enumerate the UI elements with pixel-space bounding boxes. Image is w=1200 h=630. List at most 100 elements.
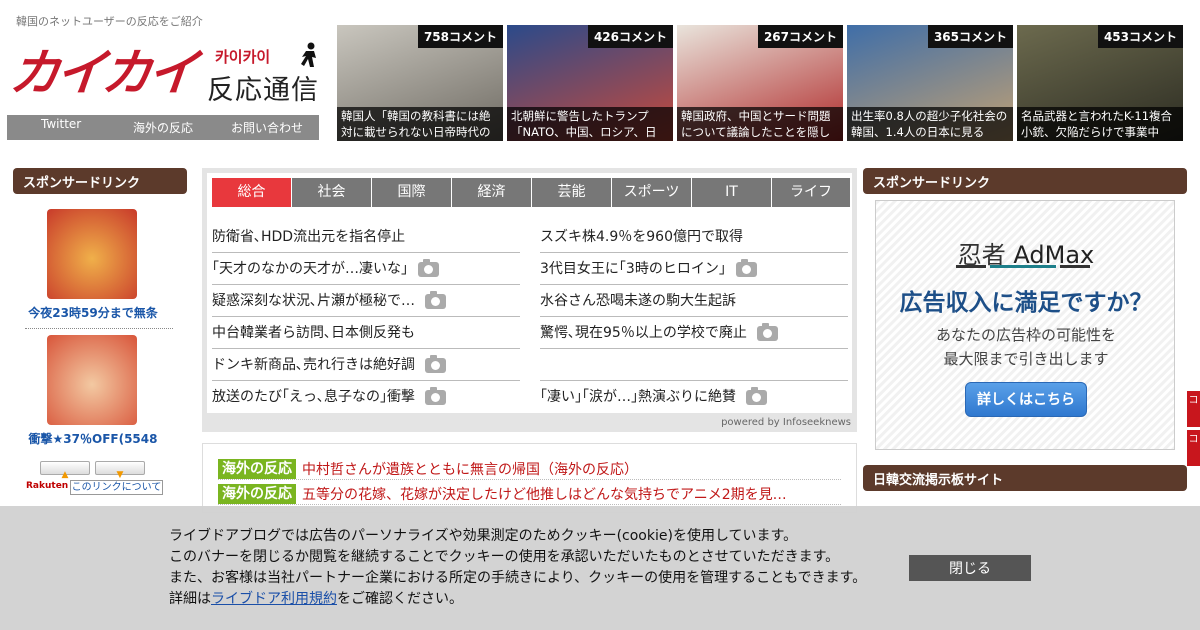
news-item[interactable]: ｢天才のなかの天才が…凄いな｣ bbox=[212, 253, 520, 285]
tab-economy[interactable]: 経済 bbox=[452, 178, 532, 207]
featured-caption: 名品武器と言われたK-11複合小銃、欠陥だらけで事業中 bbox=[1017, 107, 1183, 141]
news-tabs: 総合 社会 国際 経済 芸能 スポーツ IT ライフ bbox=[212, 178, 850, 207]
logo-kana-text: 카이카이 bbox=[215, 48, 271, 66]
featured-article[interactable]: 365コメント 出生率0.8人の超少子化社会の韓国、1.4人の日本に見る bbox=[847, 25, 1013, 141]
about-link-button[interactable]: このリンクについて bbox=[70, 480, 163, 495]
powered-by: powered by Infoseeknews bbox=[721, 417, 851, 428]
ad-details-button[interactable]: 詳しくはこちら bbox=[965, 382, 1087, 417]
feed-item[interactable]: 海外の反応 中村哲さんが遺族とともに無言の帰国（海外の反応） bbox=[218, 458, 841, 480]
cookie-close-button[interactable]: 閉じる bbox=[909, 555, 1031, 581]
tab-society[interactable]: 社会 bbox=[292, 178, 372, 207]
camera-icon bbox=[425, 354, 446, 373]
news-panel: 総合 社会 国際 経済 芸能 スポーツ IT ライフ 防衛省､HDD流出元を指名… bbox=[207, 173, 852, 413]
up-arrow-icon: ▲ bbox=[61, 470, 69, 480]
ad-headline: 広告収入に満足ですか？ bbox=[899, 290, 1153, 316]
comment-count-badge: 426コメント bbox=[587, 25, 673, 48]
ad-brand-underline bbox=[956, 265, 1090, 268]
right-sponsored-heading: スポンサードリンク bbox=[863, 168, 1187, 194]
scroll-up-button[interactable]: ▲ bbox=[40, 461, 90, 480]
cookie-banner: ライブドアブログでは広告のパーソナライズや効果測定のためクッキー(cookie)… bbox=[0, 506, 1200, 630]
news-title[interactable]: 疑惑深刻な状況､片瀬が極秘で… bbox=[212, 293, 415, 309]
featured-article[interactable]: 267コメント 韓国政府、中国とサード問題について議論したことを隠し bbox=[677, 25, 843, 141]
featured-caption: 韓国政府、中国とサード問題について議論したことを隠し bbox=[677, 107, 843, 141]
news-list-right: スズキ株4.9％を960億円で取得 3代目女王に｢3時のヒロイン｣ 水谷さん恐喝未遂… bbox=[540, 221, 848, 413]
cookie-line: また、お客様は当社パートナー企業における所定の手続きにより、クッキーの使用を管理… bbox=[169, 570, 867, 586]
nav-twitter-link[interactable]: Twitter bbox=[41, 117, 81, 131]
news-item[interactable]: 防衛省､HDD流出元を指名停止 bbox=[212, 221, 520, 253]
camera-icon bbox=[735, 258, 757, 277]
news-title[interactable]: ｢天才のなかの天才が…凄いな｣ bbox=[212, 261, 408, 277]
feed-tag: 海外の反応 bbox=[218, 483, 296, 504]
featured-article[interactable]: 453コメント 名品武器と言われたK-11複合小銃、欠陥だらけで事業中 bbox=[1017, 25, 1183, 141]
camera-icon bbox=[756, 322, 778, 341]
news-item[interactable]: 中台韓業者ら訪問､日本側反発も bbox=[212, 317, 520, 349]
featured-thumbnails: 758コメント 韓国人「韓国の教科書には絶対に載せられない日帝時代の 426コメ… bbox=[337, 25, 1183, 141]
korea-japan-board-heading: 日韓交流掲示板サイト bbox=[863, 465, 1187, 491]
tab-international[interactable]: 国際 bbox=[372, 178, 452, 207]
news-widget: 総合 社会 国際 経済 芸能 スポーツ IT ライフ 防衛省､HDD流出元を指名… bbox=[202, 168, 857, 432]
left-sponsored-heading: スポンサードリンク bbox=[13, 168, 187, 194]
nav-overseas-link[interactable]: 海外の反応 bbox=[133, 119, 193, 136]
camera-icon bbox=[746, 386, 767, 405]
featured-caption: 出生率0.8人の超少子化社会の韓国、1.4人の日本に見る bbox=[847, 107, 1013, 141]
camera-icon bbox=[418, 258, 439, 277]
news-title[interactable]: 防衛省､HDD流出元を指名停止 bbox=[212, 229, 405, 245]
news-title[interactable]: 中台韓業者ら訪問､日本側反発も bbox=[212, 325, 415, 341]
news-list-left: 防衛省､HDD流出元を指名停止 ｢天才のなかの天才が…凄いな｣ 疑惑深刻な状況､片瀬… bbox=[212, 221, 520, 413]
ad-banner[interactable]: 忍者 AdMax 広告収入に満足ですか？ あなたの広告枠の可能性を 最大限まで引… bbox=[875, 200, 1175, 450]
featured-caption: 韓国人「韓国の教科書には絶対に載せられない日帝時代の bbox=[337, 107, 503, 141]
tab-sports[interactable]: スポーツ bbox=[612, 178, 692, 207]
product-image[interactable] bbox=[47, 209, 137, 299]
site-logo[interactable]: カイカイ 카이카이 反応通信 bbox=[7, 42, 320, 106]
news-title[interactable]: ｢凄い｣｢涙が…｣熱演ぶりに絶賛 bbox=[540, 389, 736, 405]
product-image[interactable] bbox=[47, 335, 137, 425]
news-item[interactable]: 疑惑深刻な状況､片瀬が極秘で… bbox=[212, 285, 520, 317]
ad-copy-line: 最大限まで引き出します bbox=[943, 350, 1109, 368]
cookie-detail-prefix: 詳細は bbox=[169, 591, 211, 607]
news-title[interactable]: 驚愕､現在95％以上の学校で廃止 bbox=[540, 325, 747, 341]
cookie-message: ライブドアブログでは広告のパーソナライズや効果測定のためクッキー(cookie)… bbox=[169, 526, 866, 610]
news-item[interactable]: 水谷さん恐喝未遂の駒大生起訴 bbox=[540, 285, 848, 317]
site-tagline: 韓国のネットユーザーの反応をご紹介 bbox=[16, 15, 203, 28]
logo-runner-icon bbox=[301, 42, 316, 67]
edge-side-tab[interactable]: コ bbox=[1187, 391, 1200, 427]
comment-count-badge: 453コメント bbox=[1097, 25, 1183, 48]
comment-count-badge: 267コメント bbox=[757, 25, 843, 48]
edge-side-tab[interactable]: コ bbox=[1187, 430, 1200, 466]
rakuten-logo: Rakuten bbox=[26, 481, 69, 491]
news-title[interactable]: 水谷さん恐喝未遂の駒大生起訴 bbox=[540, 293, 736, 309]
cookie-line: ライブドアブログでは広告のパーソナライズや効果測定のためクッキー(cookie)… bbox=[169, 528, 798, 544]
header-nav: Twitter 海外の反応 お問い合わせ bbox=[7, 115, 319, 140]
tab-entertainment[interactable]: 芸能 bbox=[532, 178, 612, 207]
news-title[interactable]: ドンキ新商品､売れ行きは絶好調 bbox=[212, 357, 415, 373]
news-title[interactable]: 放送のたび｢えっ､息子なの｣衝撃 bbox=[212, 389, 415, 405]
news-title[interactable]: 3代目女王に｢3時のヒロイン｣ bbox=[540, 261, 726, 277]
logo-sub-text: 反応通信 bbox=[207, 75, 319, 106]
feed-item[interactable]: 海外の反応 五等分の花嫁、花嫁が決定したけど他推しはどんな気持ちでアニメ2期を見… bbox=[218, 483, 841, 505]
feed-title[interactable]: 五等分の花嫁、花嫁が決定したけど他推しはどんな気持ちでアニメ2期を見… bbox=[302, 484, 787, 504]
featured-caption: 北朝鮮に警告したトランプ「NATO、中国、ロシア、日 bbox=[507, 107, 673, 141]
divider bbox=[25, 328, 173, 329]
nav-contact-link[interactable]: お問い合わせ bbox=[231, 119, 303, 136]
rss-feed: 海外の反応 中村哲さんが遺族とともに無言の帰国（海外の反応） 海外の反応 五等分… bbox=[202, 443, 857, 513]
news-item[interactable]: スズキ株4.9％を960億円で取得 bbox=[540, 221, 848, 253]
news-item[interactable]: 3代目女王に｢3時のヒロイン｣ bbox=[540, 253, 848, 285]
product-link[interactable]: 衝撃★37％OFF(5548 bbox=[13, 430, 173, 447]
news-item[interactable]: 驚愕､現在95％以上の学校で廃止 bbox=[540, 317, 848, 349]
scroll-down-button[interactable]: ▼ bbox=[95, 461, 145, 480]
down-arrow-icon: ▼ bbox=[116, 470, 124, 480]
news-item[interactable]: ドンキ新商品､売れ行きは絶好調 bbox=[212, 349, 520, 381]
comment-count-badge: 758コメント bbox=[417, 25, 503, 48]
featured-article[interactable]: 426コメント 北朝鮮に警告したトランプ「NATO、中国、ロシア、日 bbox=[507, 25, 673, 141]
feed-title[interactable]: 中村哲さんが遺族とともに無言の帰国（海外の反応） bbox=[302, 459, 638, 479]
tab-general[interactable]: 総合 bbox=[212, 178, 292, 207]
news-item[interactable]: 放送のたび｢えっ､息子なの｣衝撃 bbox=[212, 381, 520, 413]
news-item[interactable]: ｢凄い｣｢涙が…｣熱演ぶりに絶賛 bbox=[540, 381, 848, 413]
tab-it[interactable]: IT bbox=[692, 178, 772, 207]
product-link[interactable]: 今夜23時59分まで無条 bbox=[13, 304, 173, 321]
camera-icon bbox=[425, 290, 446, 309]
tab-life[interactable]: ライフ bbox=[772, 178, 850, 207]
terms-link[interactable]: ライブドア利用規約 bbox=[211, 591, 337, 607]
featured-article[interactable]: 758コメント 韓国人「韓国の教科書には絶対に載せられない日帝時代の bbox=[337, 25, 503, 141]
news-title[interactable]: スズキ株4.9％を960億円で取得 bbox=[540, 229, 743, 245]
